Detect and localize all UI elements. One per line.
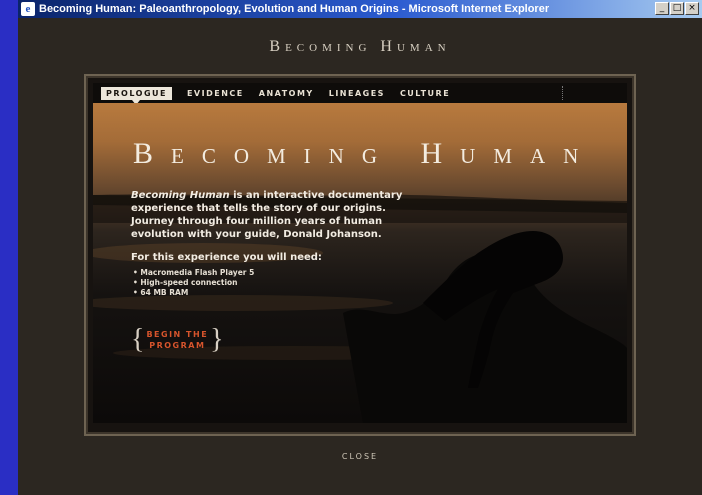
begin-line-2: PROGRAM (149, 341, 206, 350)
nav-prologue[interactable]: PROLOGUE (101, 86, 172, 105)
hero-image: Becoming Human Becoming Human is an inte… (93, 103, 627, 423)
requirement-item: High-speed connection (133, 278, 254, 288)
nav-lineages[interactable]: LINEAGES (329, 89, 385, 98)
close-window-button[interactable]: × (685, 2, 699, 15)
title-bar: e Becoming Human: Paleoanthropology, Evo… (18, 0, 702, 18)
left-brace-icon: { (131, 324, 145, 355)
requirements-list: Macromedia Flash Player 5 High-speed con… (133, 268, 254, 298)
intro-text: Becoming Human is an interactive documen… (131, 189, 403, 241)
internet-explorer-icon: e (21, 2, 35, 16)
maximize-button[interactable]: □ (670, 2, 684, 15)
requirement-item: 64 MB RAM (133, 288, 254, 298)
content-frame: PROLOGUE EVIDENCE ANATOMY LINEAGES CULTU… (84, 74, 636, 436)
right-brace-icon: } (210, 324, 224, 355)
begin-line-1: BEGIN THE (146, 330, 209, 339)
begin-program-label: BEGIN THE PROGRAM (144, 329, 210, 351)
hero-title: Becoming Human (133, 137, 597, 170)
window-title: Becoming Human: Paleoanthropology, Evolu… (39, 3, 550, 15)
nav-culture[interactable]: CULTURE (400, 89, 450, 98)
page-header-title: Becoming Human (269, 38, 451, 55)
minimize-button[interactable]: _ (655, 2, 669, 15)
close-link[interactable]: CLOSE (18, 452, 702, 461)
intro-emphasis: Becoming Human (131, 190, 230, 201)
begin-program-button[interactable]: { BEGIN THE PROGRAM } (131, 326, 224, 354)
nav-divider (562, 86, 564, 100)
requirement-item: Macromedia Flash Player 5 (133, 268, 254, 278)
nav-anatomy[interactable]: ANATOMY (259, 89, 314, 98)
browser-window: e Becoming Human: Paleoanthropology, Evo… (18, 0, 702, 495)
nav-evidence[interactable]: EVIDENCE (187, 89, 244, 98)
requirements-title: For this experience you will need: (131, 252, 322, 263)
section-nav: PROLOGUE EVIDENCE ANATOMY LINEAGES CULTU… (93, 83, 627, 105)
